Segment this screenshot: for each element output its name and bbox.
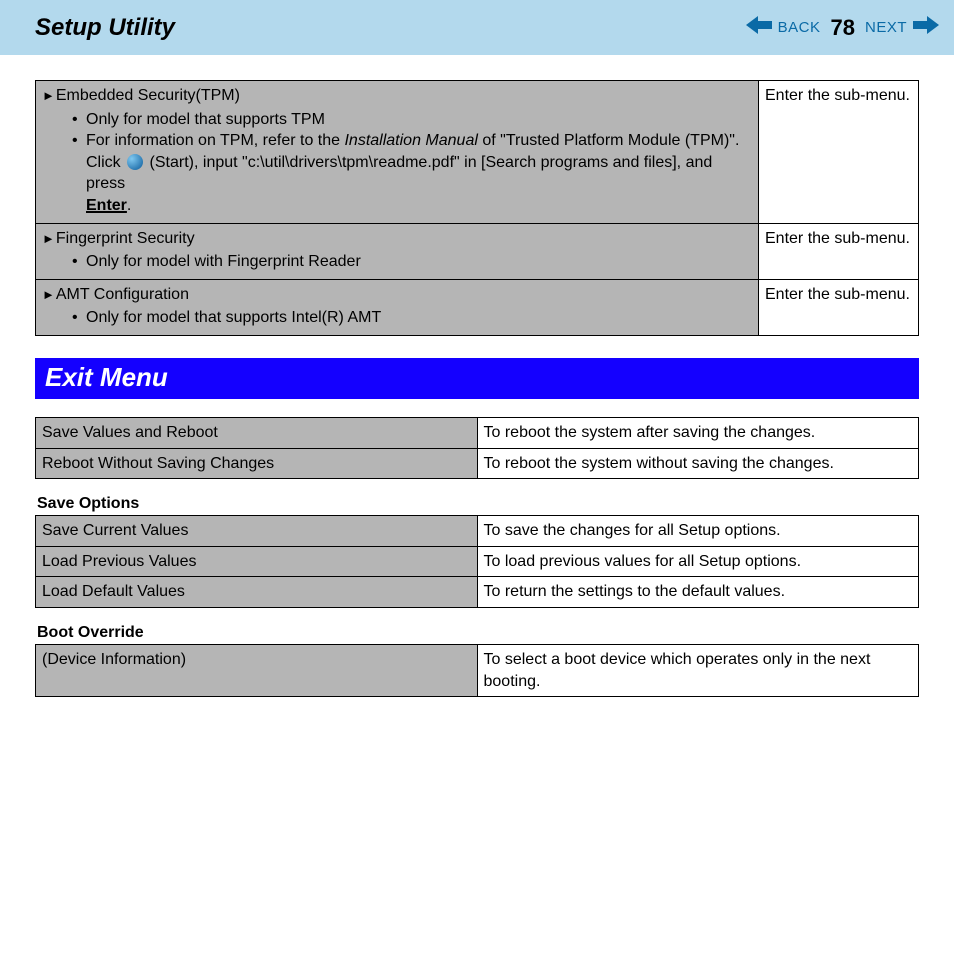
next-link[interactable]: NEXT <box>865 19 907 36</box>
nav-controls: BACK 78 NEXT <box>746 15 939 41</box>
header-bar: Setup Utility BACK 78 NEXT <box>0 0 954 55</box>
cell-right: To reboot the system without saving the … <box>477 448 919 479</box>
boot-override-table: (Device Information) To select a boot de… <box>35 644 919 697</box>
cell-right: Enter the sub-menu. <box>759 223 919 279</box>
windows-start-icon <box>127 154 143 170</box>
cell-left: Fingerprint Security Only for model with… <box>36 223 759 279</box>
table-row: Save Current Values To save the changes … <box>36 516 919 547</box>
table-row: Load Previous Values To load previous va… <box>36 546 919 577</box>
table-row: Fingerprint Security Only for model with… <box>36 223 919 279</box>
cell-left: Load Previous Values <box>36 546 478 577</box>
cell-left: Embedded Security(TPM) Only for model th… <box>36 81 759 224</box>
enter-key-label: Enter <box>86 197 127 214</box>
save-options-table: Save Current Values To save the changes … <box>35 515 919 608</box>
submenu-title: Embedded Security(TPM) <box>42 87 240 104</box>
bullet-item: For information on TPM, refer to the Ins… <box>72 130 752 216</box>
table-row: Load Default Values To return the settin… <box>36 577 919 608</box>
cell-right: To select a boot device which operates o… <box>477 644 919 696</box>
table-row: Reboot Without Saving Changes To reboot … <box>36 448 919 479</box>
cell-right: Enter the sub-menu. <box>759 279 919 335</box>
table-row: (Device Information) To select a boot de… <box>36 644 919 696</box>
cell-right: To load previous values for all Setup op… <box>477 546 919 577</box>
content-area: Embedded Security(TPM) Only for model th… <box>0 55 954 717</box>
page-number: 78 <box>831 15 855 41</box>
cell-left: AMT Configuration Only for model that su… <box>36 279 759 335</box>
bullet-item: Only for model that supports Intel(R) AM… <box>72 307 752 329</box>
table-row: Embedded Security(TPM) Only for model th… <box>36 81 919 224</box>
cell-left: Reboot Without Saving Changes <box>36 448 478 479</box>
submenu-table: Embedded Security(TPM) Only for model th… <box>35 80 919 336</box>
bullet-item: Only for model that supports TPM <box>72 109 752 131</box>
cell-right: To return the settings to the default va… <box>477 577 919 608</box>
next-arrow-icon[interactable] <box>913 16 939 39</box>
bullet-item: Only for model with Fingerprint Reader <box>72 251 752 273</box>
cell-left: Save Current Values <box>36 516 478 547</box>
section-heading: Exit Menu <box>35 358 919 399</box>
cell-right: Enter the sub-menu. <box>759 81 919 224</box>
back-link[interactable]: BACK <box>778 19 821 36</box>
cell-right: To save the changes for all Setup option… <box>477 516 919 547</box>
cell-left: Load Default Values <box>36 577 478 608</box>
submenu-title: Fingerprint Security <box>42 230 195 247</box>
subheading: Boot Override <box>37 624 919 642</box>
exit-table: Save Values and Reboot To reboot the sys… <box>35 417 919 479</box>
cell-left: Save Values and Reboot <box>36 417 478 448</box>
back-arrow-icon[interactable] <box>746 16 772 39</box>
cell-right: To reboot the system after saving the ch… <box>477 417 919 448</box>
page-title: Setup Utility <box>35 14 175 42</box>
cell-left: (Device Information) <box>36 644 478 696</box>
table-row: AMT Configuration Only for model that su… <box>36 279 919 335</box>
submenu-title: AMT Configuration <box>42 286 189 303</box>
subheading: Save Options <box>37 495 919 513</box>
table-row: Save Values and Reboot To reboot the sys… <box>36 417 919 448</box>
